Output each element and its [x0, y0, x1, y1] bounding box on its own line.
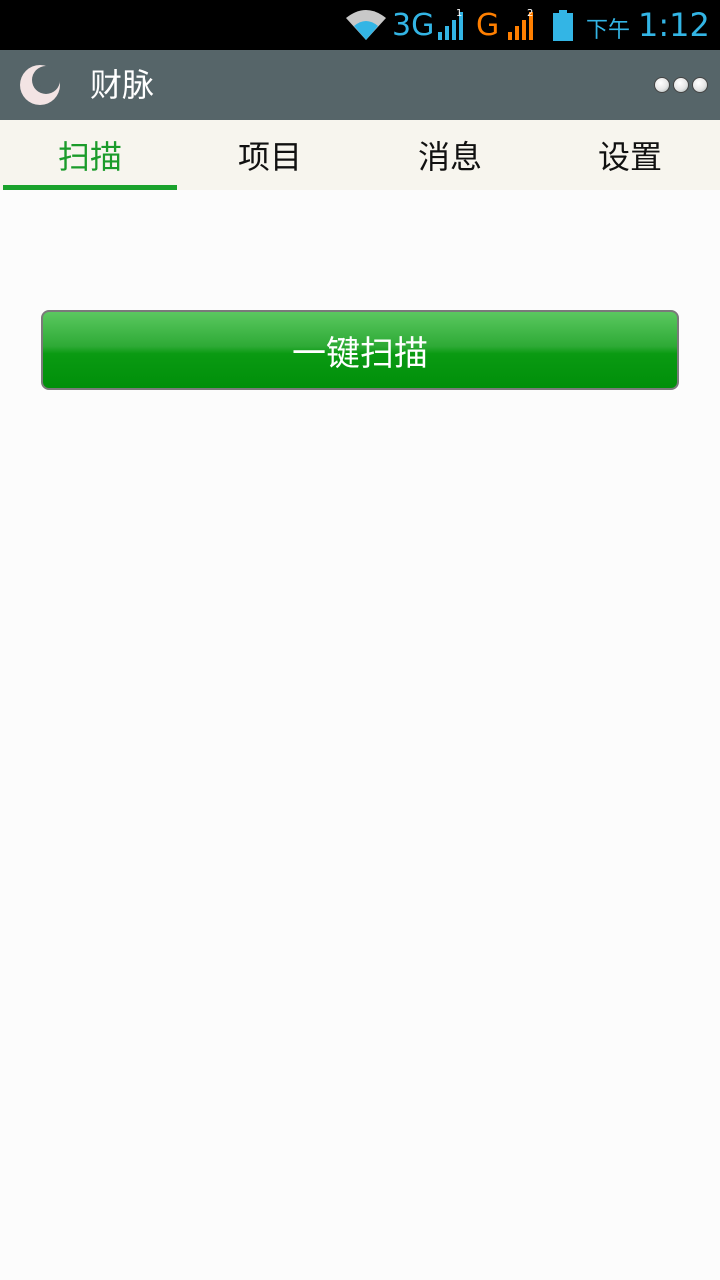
- app-logo-icon[interactable]: [19, 64, 61, 106]
- one-key-scan-button[interactable]: 一键扫描: [41, 310, 679, 390]
- network-type-2: G: [476, 7, 500, 43]
- tab-bar: 扫描 项目 消息 设置: [0, 120, 720, 190]
- signal-icon: 1: [436, 0, 468, 50]
- wifi-icon: [344, 0, 388, 50]
- tab-scan[interactable]: 扫描: [0, 120, 180, 190]
- overflow-dot: [673, 77, 689, 93]
- network-type-1: 3G: [392, 7, 435, 43]
- overflow-dot: [654, 77, 670, 93]
- tab-messages[interactable]: 消息: [360, 120, 540, 190]
- clock-time: 1:12: [638, 6, 710, 44]
- status-bar: 3G 1 G 2 下午 1:12: [0, 0, 720, 50]
- tab-settings[interactable]: 设置: [540, 120, 720, 190]
- action-bar: 财脉: [0, 50, 720, 120]
- sim2-index: 2: [527, 8, 533, 19]
- tab-projects[interactable]: 项目: [180, 120, 360, 190]
- clock-ampm: 下午: [586, 18, 631, 43]
- overflow-dot: [692, 77, 708, 93]
- signal-icon: 2: [506, 0, 540, 50]
- overflow-menu-icon[interactable]: [654, 74, 712, 96]
- app-title: 财脉: [90, 66, 155, 104]
- battery-icon: [552, 0, 574, 50]
- sim1-index: 1: [456, 8, 462, 19]
- main-content: 一键扫描: [0, 190, 720, 1280]
